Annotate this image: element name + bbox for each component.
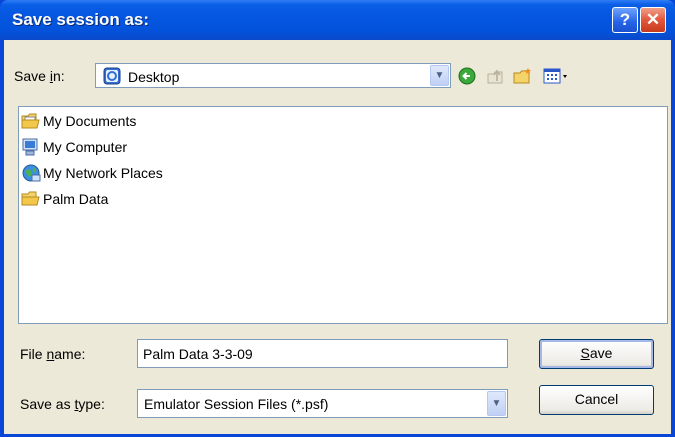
new-folder-icon[interactable] [512, 65, 534, 87]
help-button[interactable]: ? [612, 7, 638, 33]
folder-icon [21, 189, 41, 209]
save-as-type-dropdown[interactable]: Emulator Session Files (*.psf) ▼ [137, 389, 508, 418]
up-folder-icon[interactable] [484, 65, 506, 87]
file-name-input[interactable]: Palm Data 3-3-09 [137, 339, 508, 368]
save-button[interactable]: Save [539, 339, 654, 369]
documents-folder-icon [21, 111, 41, 131]
back-icon[interactable] [456, 65, 478, 87]
file-name: My Computer [43, 139, 128, 155]
save-session-dialog: Save session as: ? ✕ Save in: Desktop ▼ [0, 0, 675, 437]
close-button[interactable]: ✕ [640, 7, 666, 33]
chevron-down-icon: ▼ [491, 398, 502, 409]
list-item[interactable]: Palm Data [21, 188, 108, 210]
file-name-label: File name: [20, 346, 86, 362]
network-places-icon [21, 163, 41, 183]
save-in-value: Desktop [128, 69, 180, 85]
file-name-value: Palm Data 3-3-09 [143, 346, 253, 362]
dialog-body: Save in: Desktop ▼ My Documents My Compu… [4, 40, 671, 434]
save-as-type-value: Emulator Session Files (*.psf) [144, 396, 329, 412]
save-as-type-label: Save as type: [20, 396, 105, 412]
title-bar[interactable]: Save session as: ? ✕ [0, 0, 675, 40]
cancel-button[interactable]: Cancel [539, 385, 654, 415]
save-in-dropdown-button[interactable]: ▼ [430, 65, 449, 86]
desktop-icon [102, 66, 122, 89]
dialog-title: Save session as: [12, 10, 150, 29]
view-menu-icon[interactable] [542, 65, 570, 87]
list-item[interactable]: My Computer [21, 136, 127, 158]
list-item[interactable]: My Network Places [21, 162, 163, 184]
list-item[interactable]: My Documents [21, 110, 136, 132]
file-name: My Network Places [43, 165, 163, 181]
computer-icon [21, 137, 41, 157]
save-as-type-dropdown-button[interactable]: ▼ [487, 391, 506, 416]
file-name: Palm Data [43, 191, 109, 207]
save-in-dropdown[interactable]: Desktop ▼ [95, 63, 451, 88]
chevron-down-icon: ▼ [434, 70, 445, 81]
file-name: My Documents [43, 113, 137, 129]
save-in-label: Save in: [14, 68, 65, 84]
file-list[interactable]: My Documents My Computer My Network Plac… [18, 106, 668, 324]
